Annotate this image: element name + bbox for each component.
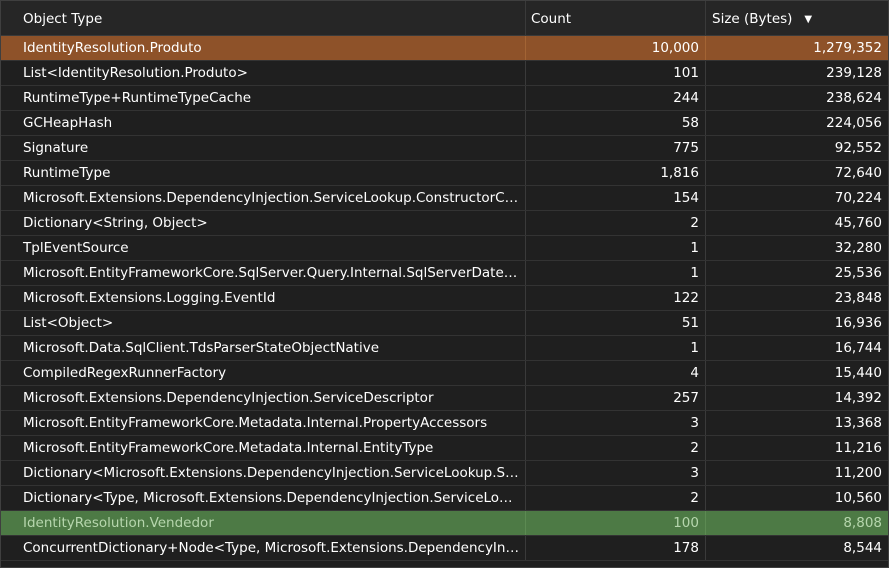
- table-row[interactable]: List<IdentityResolution.Produto> 101 239,1…: [1, 61, 888, 86]
- size-cell: 11,216: [834, 440, 882, 456]
- count-cell: 1,816: [526, 161, 706, 185]
- table-row[interactable]: Dictionary<Type, Microsoft.Extensions.De…: [1, 486, 888, 511]
- count-cell: 2: [526, 211, 706, 235]
- column-header-label: Object Type: [23, 11, 103, 27]
- object-type-cell: IdentityResolution.Produto: [1, 36, 526, 60]
- count-cell: 10,000: [526, 36, 706, 60]
- column-header-size[interactable]: Size (Bytes) ▼: [706, 1, 888, 35]
- count-cell: 2: [526, 436, 706, 460]
- size-cell: 45,760: [834, 215, 882, 231]
- table-row[interactable]: Microsoft.EntityFrameworkCore.Metadata.I…: [1, 411, 888, 436]
- object-type-table: Object Type Count Size (Bytes) ▼ Identity…: [0, 0, 889, 568]
- size-cell: 72,640: [834, 165, 882, 181]
- object-type-cell: RuntimeType+RuntimeTypeCache: [1, 86, 526, 110]
- object-type-cell: Microsoft.EntityFrameworkCore.Metadata.I…: [1, 411, 526, 435]
- count-cell: 154: [526, 186, 706, 210]
- object-type-cell: IdentityResolution.Vendedor: [1, 511, 526, 535]
- object-type-cell: Microsoft.Extensions.DependencyInjection…: [1, 386, 526, 410]
- count-cell: 4: [526, 361, 706, 385]
- table-row[interactable]: Dictionary<String, Object> 2 45,760: [1, 211, 888, 236]
- object-type-cell: List<IdentityResolution.Produto>: [1, 61, 526, 85]
- table-row[interactable]: RuntimeType 1,816 72,640: [1, 161, 888, 186]
- size-cell: 15,440: [834, 365, 882, 381]
- table-row[interactable]: Microsoft.Extensions.DependencyInjection…: [1, 186, 888, 211]
- count-cell: 3: [526, 461, 706, 485]
- count-cell: 122: [526, 286, 706, 310]
- object-type-cell: Microsoft.Extensions.Logging.EventId: [1, 286, 526, 310]
- column-header-object-type[interactable]: Object Type: [1, 1, 526, 35]
- count-cell: 51: [526, 311, 706, 335]
- table-row[interactable]: Dictionary<Microsoft.Extensions.Dependen…: [1, 461, 888, 486]
- size-cell: 238,624: [826, 90, 882, 106]
- object-type-cell: Signature: [1, 136, 526, 160]
- count-cell: 2: [526, 486, 706, 510]
- count-cell: 100: [526, 511, 706, 535]
- size-cell: 11,200: [834, 465, 882, 481]
- object-type-cell: TplEventSource: [1, 236, 526, 260]
- sort-descending-icon: ▼: [804, 14, 813, 25]
- count-cell: 178: [526, 536, 706, 560]
- count-cell: 3: [526, 411, 706, 435]
- table-row[interactable]: GCHeapHash 58 224,056: [1, 111, 888, 136]
- object-type-cell: Microsoft.EntityFrameworkCore.Metadata.I…: [1, 436, 526, 460]
- table-row[interactable]: CompiledRegexRunnerFactory 4 15,440: [1, 361, 888, 386]
- table-row[interactable]: Microsoft.Data.SqlClient.TdsParserStateO…: [1, 336, 888, 361]
- count-cell: 775: [526, 136, 706, 160]
- object-type-cell: Dictionary<Microsoft.Extensions.Dependen…: [1, 461, 526, 485]
- table-row[interactable]: Microsoft.EntityFrameworkCore.Metadata.I…: [1, 436, 888, 461]
- count-cell: 58: [526, 111, 706, 135]
- table-row[interactable]: TplEventSource 1 32,280: [1, 236, 888, 261]
- column-header-label: Size (Bytes): [712, 11, 793, 27]
- table-row[interactable]: Microsoft.Extensions.DependencyInjection…: [1, 386, 888, 411]
- object-type-cell: List<Object>: [1, 311, 526, 335]
- table-row[interactable]: IdentityResolution.Produto 10,000 1,279,35…: [1, 36, 888, 61]
- object-type-cell: Microsoft.Extensions.DependencyInjection…: [1, 186, 526, 210]
- object-type-cell: RuntimeType: [1, 161, 526, 185]
- size-cell: 23,848: [834, 290, 882, 306]
- count-cell: 101: [526, 61, 706, 85]
- count-cell: 1: [526, 261, 706, 285]
- table-header: Object Type Count Size (Bytes) ▼: [1, 1, 888, 36]
- size-cell: 32,280: [834, 240, 882, 256]
- table-body: IdentityResolution.Produto 10,000 1,279,35…: [1, 36, 888, 561]
- size-cell: 1,279,352: [813, 40, 882, 56]
- size-cell: 70,224: [834, 190, 882, 206]
- table-row[interactable]: RuntimeType+RuntimeTypeCache 244 238,624: [1, 86, 888, 111]
- table-row[interactable]: ConcurrentDictionary+Node<Type, Microsof…: [1, 536, 888, 561]
- table-row[interactable]: Signature 775 92,552: [1, 136, 888, 161]
- column-header-count[interactable]: Count: [526, 1, 706, 35]
- table-row[interactable]: Microsoft.EntityFrameworkCore.SqlServer.…: [1, 261, 888, 286]
- object-type-cell: Dictionary<String, Object>: [1, 211, 526, 235]
- size-cell: 8,544: [843, 540, 882, 556]
- count-cell: 1: [526, 336, 706, 360]
- object-type-cell: Microsoft.EntityFrameworkCore.SqlServer.…: [1, 261, 526, 285]
- size-cell: 8,808: [843, 515, 882, 531]
- size-cell: 13,368: [834, 415, 882, 431]
- object-type-cell: Microsoft.Data.SqlClient.TdsParserStateO…: [1, 336, 526, 360]
- size-cell: 16,936: [834, 315, 882, 331]
- count-cell: 257: [526, 386, 706, 410]
- table-row[interactable]: List<Object> 51 16,936: [1, 311, 888, 336]
- table-row[interactable]: Microsoft.Extensions.Logging.EventId 122 2…: [1, 286, 888, 311]
- table-row[interactable]: IdentityResolution.Vendedor 100 8,808: [1, 511, 888, 536]
- size-cell: 25,536: [834, 265, 882, 281]
- size-cell: 239,128: [826, 65, 882, 81]
- column-header-label: Count: [531, 11, 572, 27]
- count-cell: 244: [526, 86, 706, 110]
- object-type-cell: Dictionary<Type, Microsoft.Extensions.De…: [1, 486, 526, 510]
- size-cell: 224,056: [826, 115, 882, 131]
- count-cell: 1: [526, 236, 706, 260]
- size-cell: 16,744: [834, 340, 882, 356]
- object-type-cell: CompiledRegexRunnerFactory: [1, 361, 526, 385]
- size-cell: 92,552: [834, 140, 882, 156]
- size-cell: 14,392: [834, 390, 882, 406]
- object-type-cell: ConcurrentDictionary+Node<Type, Microsof…: [1, 536, 526, 560]
- size-cell: 10,560: [834, 490, 882, 506]
- object-type-cell: GCHeapHash: [1, 111, 526, 135]
